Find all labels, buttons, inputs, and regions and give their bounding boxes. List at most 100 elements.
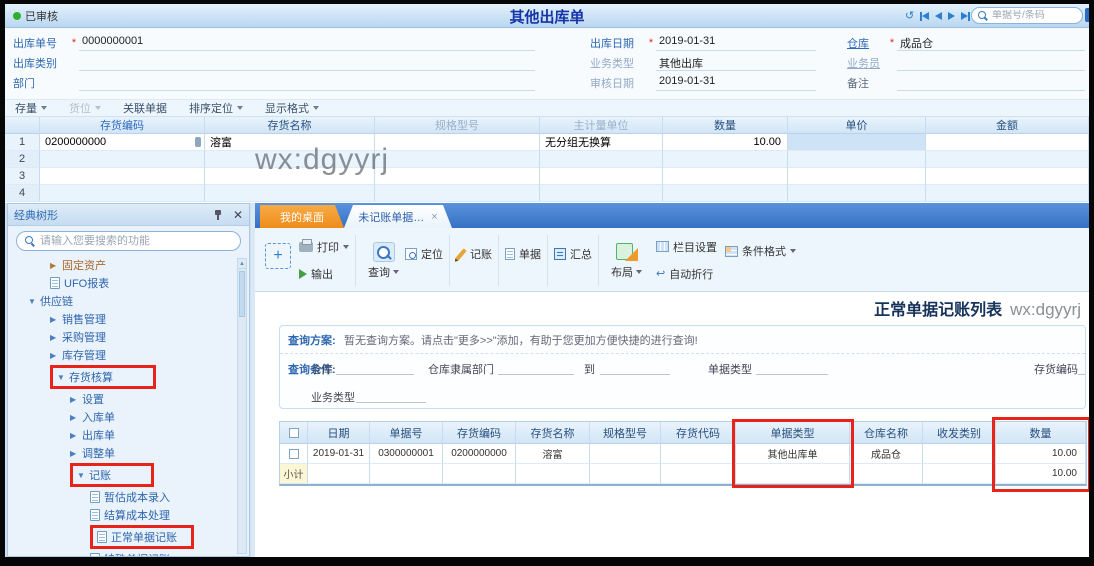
tab-my-desktop[interactable]: 我的桌面 (260, 205, 344, 228)
cell-qty[interactable]: 10.00 (663, 134, 788, 151)
columns-setup-button[interactable]: 栏目设置 (656, 239, 717, 255)
outbound-no-input[interactable]: 0000000001 (79, 35, 535, 51)
scroll-up-icon[interactable]: ▲ (238, 259, 246, 269)
col-spec[interactable]: 规格型号 (590, 422, 661, 444)
warehouse-link[interactable]: 仓库 (847, 35, 887, 51)
sort-locate-menu[interactable]: 排序定位 (189, 100, 243, 116)
sidebar-item-normal-doc-posting[interactable]: 正常单据记账 (8, 524, 235, 550)
sidebar-search-box[interactable] (16, 231, 241, 251)
outbound-category-input[interactable] (79, 55, 535, 71)
sidebar-item-settlement-cost[interactable]: 结算成本处理 (8, 506, 235, 524)
salesperson-link[interactable]: 业务员 (847, 55, 887, 71)
print-button[interactable]: 打印 (299, 238, 349, 255)
col-unit-price[interactable]: 单价 (788, 117, 926, 134)
sidebar-item-ufo-report[interactable]: UFO报表 (8, 274, 235, 292)
cell-code[interactable]: 0200000000 (40, 134, 205, 151)
first-record-icon[interactable] (918, 11, 931, 21)
col-main-unit[interactable]: 主计量单位 (540, 117, 663, 134)
checkbox-icon[interactable] (288, 448, 299, 459)
close-tab-icon[interactable]: × (431, 211, 437, 223)
salesperson-input[interactable] (897, 55, 1085, 71)
cond-warehouse-input[interactable] (336, 363, 414, 375)
stock-menu[interactable]: 存量 (15, 100, 47, 116)
add-button[interactable]: + (265, 243, 291, 269)
sidebar-search-input[interactable] (40, 235, 232, 247)
table-row[interactable]: 2 (5, 151, 1089, 168)
sidebar-item-inventory-accounting[interactable]: ▼ 存货核算 (8, 364, 235, 390)
cond-to-input[interactable] (600, 363, 670, 375)
cell-price-selected[interactable] (788, 134, 926, 151)
warehouse-input[interactable]: 成品仓 (897, 35, 1085, 51)
select-all-cell[interactable] (280, 422, 308, 444)
display-format-menu[interactable]: 显示格式 (265, 100, 319, 116)
col-warehouse-name[interactable]: 仓库名称 (850, 422, 923, 444)
sidebar-item-inventory-mgmt[interactable]: ▶ 库存管理 (8, 346, 235, 364)
col-date[interactable]: 日期 (308, 422, 370, 444)
col-quantity[interactable]: 数量 (996, 422, 1086, 444)
sidebar-item-purchase-mgmt[interactable]: ▶ 采购管理 (8, 328, 235, 346)
outbound-date-input[interactable]: 2019-01-31 (656, 35, 816, 51)
cond-biztype-input[interactable] (356, 391, 426, 403)
cond-to-label: 到 (584, 364, 595, 376)
summary-button[interactable]: 汇总 (554, 246, 592, 262)
sidebar-scrollbar[interactable]: ▲ (237, 258, 247, 554)
export-button[interactable]: 输出 (299, 266, 349, 282)
reference-button[interactable] (195, 137, 201, 147)
field-label: 出库类别 (13, 58, 57, 70)
col-inv-code[interactable]: 存货编码 (443, 422, 516, 444)
sidebar-item-fixed-assets[interactable]: ▶ 固定资产 (8, 256, 235, 274)
table-row[interactable]: 2019-01-31 0300000001 0200000000 溶富 其他出库… (280, 444, 1086, 464)
col-amount[interactable]: 金额 (926, 117, 1089, 134)
col-inv-alias[interactable]: 存货代码 (661, 422, 736, 444)
sidebar-item-special-doc-posting[interactable]: 特殊单据记账 (8, 550, 235, 556)
layout-button[interactable]: 布局 (611, 233, 642, 288)
cond-invcode-input[interactable] (1078, 363, 1085, 375)
sidebar-item-sales-mgmt[interactable]: ▶ 销售管理 (8, 310, 235, 328)
sidebar-item-settings[interactable]: ▶ 设置 (8, 390, 235, 408)
query-button[interactable]: 查询 (368, 233, 399, 288)
next-record-icon[interactable] (946, 12, 957, 20)
col-inventory-code[interactable]: 存货编码 (40, 117, 205, 134)
tab-unposted-docs[interactable]: 未记账单据… × (344, 205, 452, 228)
prev-record-icon[interactable] (933, 12, 944, 20)
document-icon (90, 509, 100, 521)
col-inout-category[interactable]: 收发类别 (923, 422, 996, 444)
table-row[interactable]: 1 0200000000 溶富 无分组无换算 10.00 (5, 134, 1089, 151)
table-row[interactable]: 3 (5, 168, 1089, 185)
col-inventory-name[interactable]: 存货名称 (205, 117, 375, 134)
sidebar-item-outbound-order[interactable]: ▶ 出库单 (8, 426, 235, 444)
location-menu[interactable]: 货位 (69, 100, 101, 116)
sidebar-item-adjustment-order[interactable]: ▶ 调整单 (8, 444, 235, 462)
refresh-icon[interactable]: ↺ (903, 8, 916, 24)
pin-icon[interactable] (213, 209, 223, 221)
col-spec-model[interactable]: 规格型号 (375, 117, 540, 134)
sidebar-item-estimated-cost-entry[interactable]: 暂估成本录入 (8, 488, 235, 506)
query-plan-hint: 暂无查询方案。请点击"更多>>"添加，有助于您更加方便快捷的进行查询! (344, 334, 698, 347)
checkbox-icon[interactable] (288, 427, 299, 438)
col-doc-type[interactable]: 单据类型 (736, 422, 850, 444)
remark-input[interactable] (897, 75, 1085, 91)
scrollbar-thumb[interactable] (239, 271, 245, 317)
locate-button[interactable]: 定位 (405, 246, 443, 262)
cond-doctype-input[interactable] (756, 363, 828, 375)
chevron-down-icon: ▼ (77, 470, 85, 480)
conditional-format-button[interactable]: 条件格式 (725, 243, 796, 259)
doc-search-input[interactable] (992, 10, 1072, 21)
related-docs-button[interactable]: 关联单据 (123, 100, 167, 116)
sidebar-item-supply-chain[interactable]: ▼ 供应链 (8, 292, 235, 310)
sidebar-item-posting[interactable]: ▼ 记账 (8, 462, 235, 488)
doc-search-box[interactable] (971, 7, 1083, 24)
cell-unit[interactable]: 无分组无换算 (540, 134, 663, 151)
col-doc-no[interactable]: 单据号 (370, 422, 443, 444)
close-icon[interactable]: ✕ (233, 209, 243, 221)
post-button[interactable]: 记账 (455, 246, 492, 262)
col-inv-name[interactable]: 存货名称 (516, 422, 590, 444)
table-row[interactable]: 4 (5, 185, 1089, 202)
cond-warehouse-dept-input[interactable] (498, 363, 574, 375)
query-cond-row2: 业务类型 (280, 382, 1085, 408)
col-qty[interactable]: 数量 (663, 117, 788, 134)
auto-wrap-button[interactable]: ↩ 自动折行 (656, 266, 717, 282)
sidebar-item-inbound-order[interactable]: ▶ 入库单 (8, 408, 235, 426)
doc-button[interactable]: 单据 (505, 246, 541, 262)
department-input[interactable] (79, 75, 535, 91)
